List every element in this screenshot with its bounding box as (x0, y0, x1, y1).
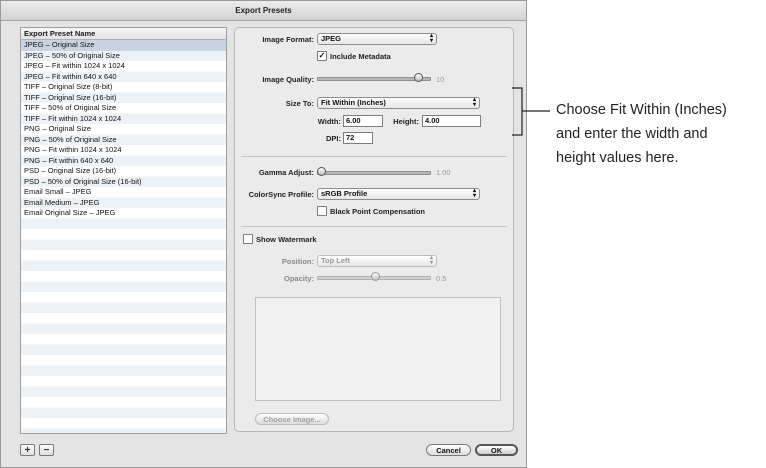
callout-text: Choose Fit Within (Inches) and enter the… (556, 98, 766, 170)
callout-line: and enter the width and (556, 126, 708, 142)
callout-bracket (512, 87, 550, 136)
callout-line: height values here. (556, 150, 679, 166)
callout-line: Choose Fit Within (Inches) (556, 102, 727, 118)
